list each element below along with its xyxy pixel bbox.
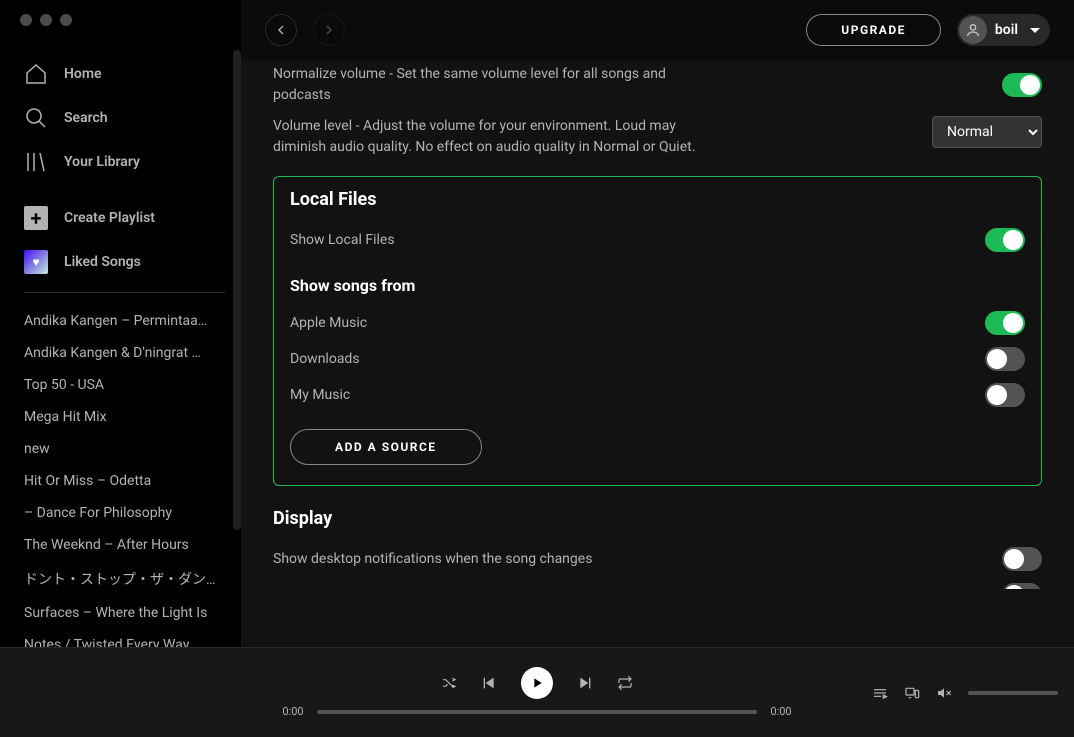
nav-library[interactable]: Your Library [8,140,233,184]
playlist-item[interactable]: The Weeknd – After Hours [24,529,241,561]
nav-search-label: Search [64,110,108,126]
playlist-item[interactable]: Surfaces – Where the Light Is [24,597,241,629]
liked-songs[interactable]: ♥ Liked Songs [8,240,233,284]
play-icon [529,675,545,691]
display-notifications-toggle[interactable] [1002,547,1042,571]
volume-slider[interactable] [968,691,1058,695]
nav-library-label: Your Library [64,154,140,170]
upper-area: Home Search Your Library + Create Playli… [0,0,1074,647]
upgrade-button[interactable]: UPGRADE [806,14,941,46]
normalize-volume-label: Normalize volume - Set the same volume l… [273,64,703,106]
playlist-item[interactable]: – Dance For Philosophy [24,497,241,529]
source-downloads-label: Downloads [290,351,360,367]
progress-bar[interactable] [317,710,757,714]
volume-level-label: Volume level - Adjust the volume for you… [273,116,703,158]
heart-icon: ♥ [24,250,48,274]
source-downloads-toggle[interactable] [985,347,1025,371]
playlist-item[interactable]: Andika Kangen & D'ningrat … [24,337,241,369]
chevron-down-icon [1030,28,1040,33]
player-center: 0:00 0:00 [216,667,858,718]
local-files-section: Local Files Show Local Files Show songs … [273,176,1042,486]
create-playlist[interactable]: + Create Playlist [8,196,233,240]
skip-forward-icon [577,675,593,691]
local-files-heading: Local Files [290,189,1025,210]
playlist-list: Andika Kangen – Permintaa… Andika Kangen… [0,301,241,647]
progress-row: 0:00 0:00 [277,705,797,718]
playlist-item[interactable]: Mega Hit Mix [24,401,241,433]
user-menu[interactable]: boil [957,14,1050,46]
create-playlist-label: Create Playlist [64,210,155,226]
shuffle-icon [441,675,457,691]
queue-icon [872,685,888,701]
display-notifications-label: Show desktop notifications when the song… [273,551,592,567]
username-label: boil [995,22,1018,38]
settings-content: Normalize volume - Set the same volume l… [241,60,1074,647]
time-total: 0:00 [765,705,797,718]
library-icon [24,150,48,174]
next-button[interactable] [577,675,593,691]
playlist-item[interactable]: ドント・ストップ・ザ・ダン… [24,561,241,597]
display-heading: Display [273,508,1042,529]
add-source-button[interactable]: ADD A SOURCE [290,429,482,465]
source-apple-music-toggle[interactable] [985,311,1025,335]
player-right [858,685,1058,701]
user-icon [965,22,981,38]
time-elapsed: 0:00 [277,705,309,718]
repeat-button[interactable] [617,675,633,691]
nav-home[interactable]: Home [8,52,233,96]
normalize-volume-toggle[interactable] [1002,73,1042,97]
playlist-item[interactable]: Notes / Twisted Every Way … [24,629,241,647]
repeat-icon [617,675,633,691]
chevron-left-icon [273,22,289,38]
liked-songs-label: Liked Songs [64,254,141,270]
skip-back-icon [481,675,497,691]
partial-toggle[interactable] [1002,583,1042,589]
playlist-item[interactable]: Hit Or Miss – Odetta [24,465,241,497]
mute-button[interactable] [936,685,952,701]
app-root: Home Search Your Library + Create Playli… [0,0,1074,737]
devices-icon [904,685,920,701]
playlist-item[interactable]: Top 50 - USA [24,369,241,401]
show-songs-from-heading: Show songs from [290,276,1025,295]
search-icon [24,106,48,130]
secondary-nav: + Create Playlist ♥ Liked Songs [0,188,241,284]
devices-button[interactable] [904,685,920,701]
main-panel: UPGRADE boil Normalize volume - Set the … [241,0,1074,647]
traffic-dot[interactable] [40,14,52,26]
top-bar: UPGRADE boil [241,0,1074,60]
source-my-music-toggle[interactable] [985,383,1025,407]
player-controls [441,667,633,699]
nav-search[interactable]: Search [8,96,233,140]
playlist-item[interactable]: Andika Kangen – Permintaa… [24,305,241,337]
nav-forward-button[interactable] [313,14,345,46]
volume-level-select[interactable]: Normal [932,116,1042,148]
primary-nav: Home Search Your Library [0,40,241,188]
chevron-right-icon [321,22,337,38]
home-icon [24,62,48,86]
source-my-music-label: My Music [290,387,350,403]
sidebar: Home Search Your Library + Create Playli… [0,0,241,647]
sidebar-divider [24,292,225,293]
show-local-files-label: Show Local Files [290,232,395,248]
source-apple-music-label: Apple Music [290,315,367,331]
traffic-dot[interactable] [20,14,32,26]
queue-button[interactable] [872,685,888,701]
nav-home-label: Home [64,66,102,82]
playlist-item[interactable]: new [24,433,241,465]
shuffle-button[interactable] [441,675,457,691]
sidebar-scrollbar[interactable] [233,50,241,530]
traffic-dot[interactable] [60,14,72,26]
play-button[interactable] [521,667,553,699]
volume-mute-icon [936,685,952,701]
plus-icon: + [24,206,48,230]
window-traffic-lights [0,0,241,40]
player-bar: 0:00 0:00 [0,647,1074,737]
avatar [959,16,987,44]
previous-button[interactable] [481,675,497,691]
show-local-files-toggle[interactable] [985,228,1025,252]
nav-back-button[interactable] [265,14,297,46]
